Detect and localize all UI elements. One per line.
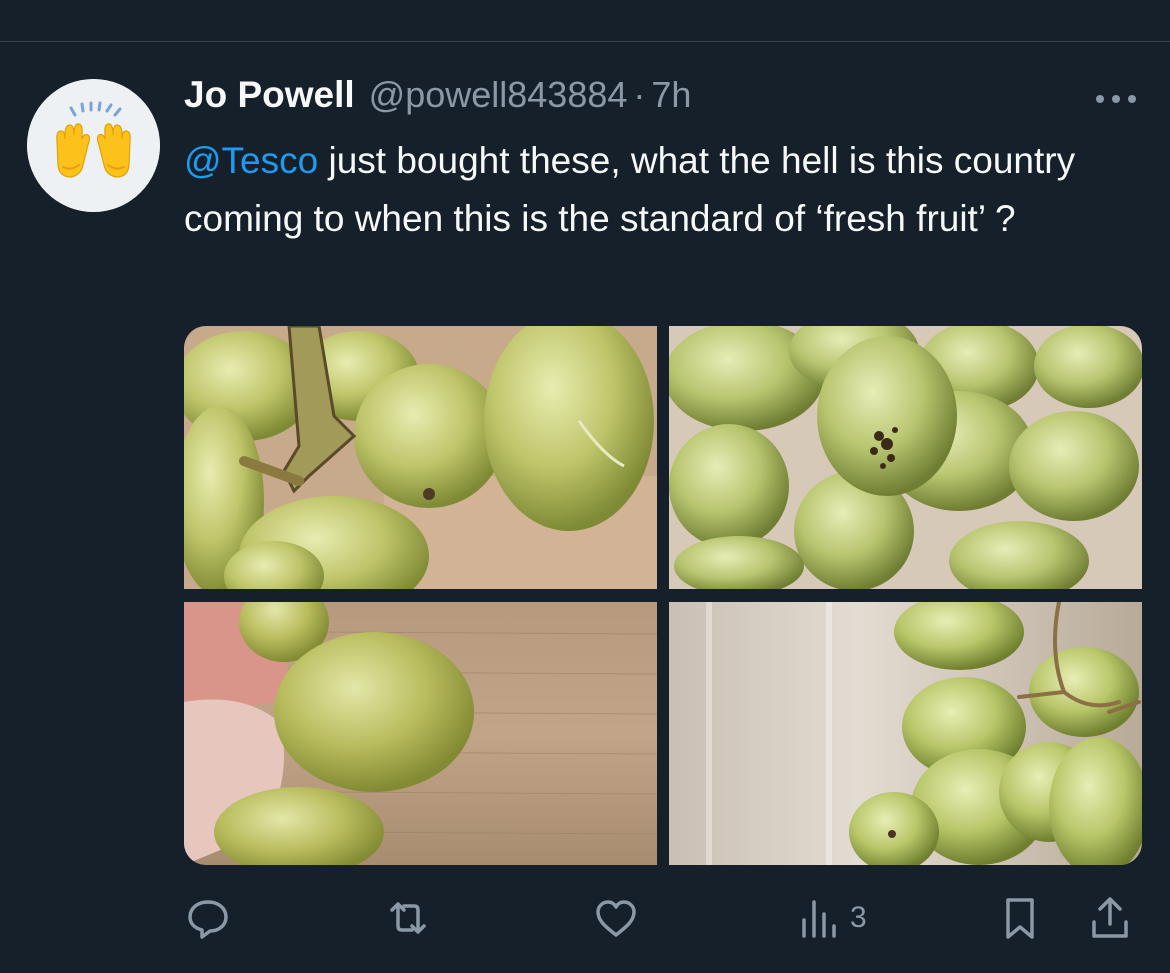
author-handle[interactable]: @powell843884: [369, 74, 628, 116]
bookmark-icon: [1006, 898, 1034, 939]
photo-2[interactable]: [669, 326, 1142, 589]
tweet-header: Jo Powell @powell843884 · 7h: [184, 74, 691, 122]
avatar[interactable]: [27, 79, 160, 212]
mention-link[interactable]: @Tesco: [184, 140, 318, 181]
share-icon: [1092, 897, 1128, 938]
separator-dot: ·: [633, 74, 646, 115]
like-button[interactable]: [592, 890, 640, 946]
photo-1[interactable]: [184, 326, 657, 589]
reply-icon: [188, 900, 228, 939]
views-count: 3: [850, 901, 867, 934]
bookmark-button[interactable]: [996, 890, 1044, 946]
retweet-button[interactable]: [384, 890, 432, 946]
raising-hands-emoji-icon: [27, 79, 160, 212]
share-button[interactable]: [1086, 890, 1134, 946]
author-name[interactable]: Jo Powell: [184, 74, 355, 116]
tweet-body: just bought these, what the hell is this…: [184, 140, 1076, 239]
more-dots-icon: [1096, 95, 1136, 103]
views-button[interactable]: 3: [796, 890, 867, 946]
tweet-text: @Tesco just bought these, what the hell …: [184, 132, 1144, 248]
more-options-button[interactable]: [1092, 86, 1140, 112]
photo-4[interactable]: [669, 602, 1142, 865]
tweet-actions: 3: [184, 890, 1144, 946]
tweet-timestamp[interactable]: 7h: [651, 74, 691, 116]
photo-3[interactable]: [184, 602, 657, 865]
reply-button[interactable]: [184, 890, 232, 946]
top-divider: [0, 41, 1170, 42]
media-grid: [184, 326, 1142, 865]
retweet-icon: [390, 902, 426, 934]
views-icon: [802, 900, 836, 938]
heart-icon: [596, 900, 636, 937]
